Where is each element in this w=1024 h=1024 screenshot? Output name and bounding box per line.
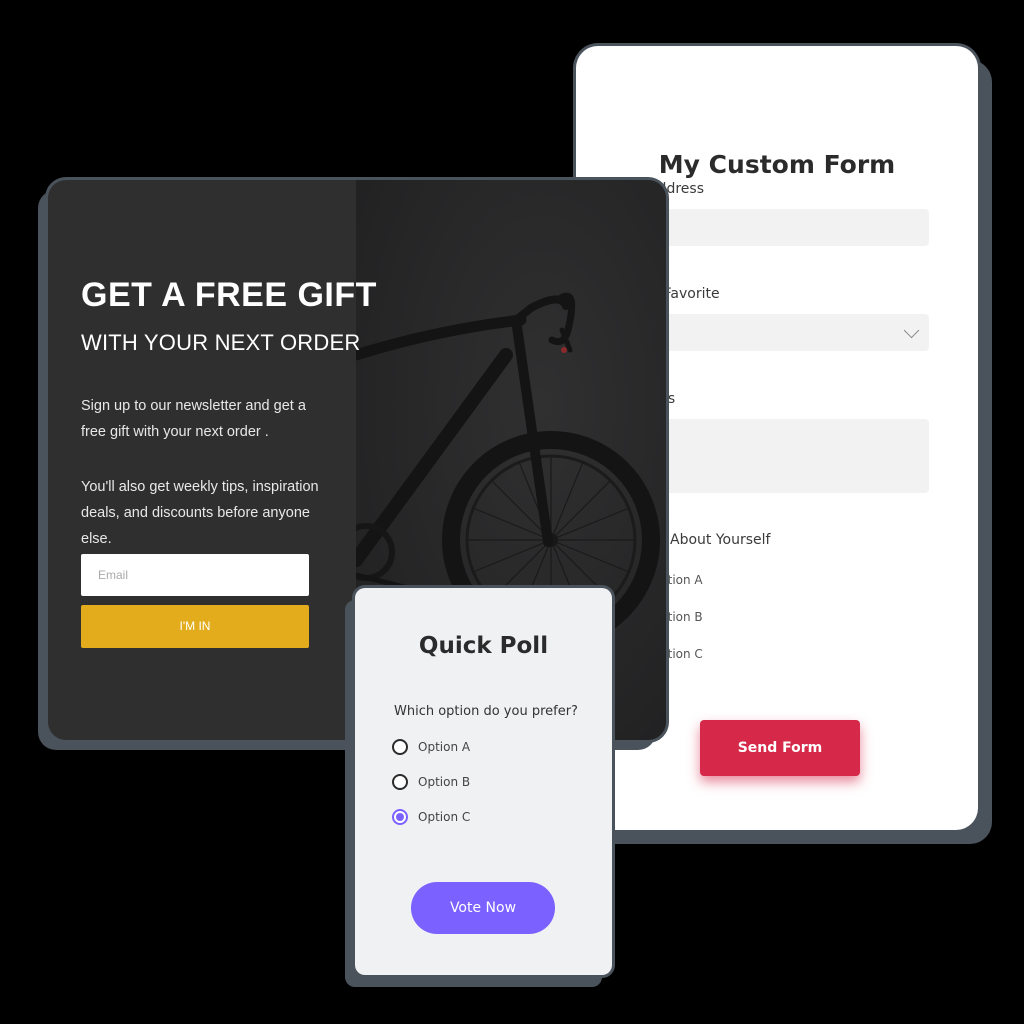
comments-textarea[interactable] (636, 419, 929, 493)
custom-form-title: My Custom Form (658, 150, 896, 179)
send-form-button[interactable]: Send Form (700, 720, 860, 776)
poll-option-label: Option B (418, 775, 471, 789)
form-option-c[interactable]: ption C (660, 647, 703, 661)
chevron-down-icon (903, 322, 920, 339)
form-option-b[interactable]: ption B (660, 610, 703, 624)
poll-option-c[interactable]: Option C (392, 809, 470, 825)
email-address-field[interactable] (636, 209, 929, 246)
vote-now-button[interactable]: Vote Now (411, 882, 555, 934)
radio-selected-icon[interactable] (392, 809, 408, 825)
radio-icon[interactable] (392, 739, 408, 755)
newsletter-paragraph-2: You'll also get weekly tips, inspiration… (81, 479, 319, 547)
quick-poll-card: Quick Poll Which option do you prefer? O… (355, 588, 612, 975)
email-input[interactable] (81, 554, 309, 596)
poll-option-label: Option A (418, 740, 471, 754)
im-in-button[interactable]: I'M IN (81, 605, 309, 648)
about-yourself-label: About Yourself (670, 532, 771, 548)
poll-question: Which option do you prefer? (394, 704, 578, 719)
form-option-a[interactable]: ption A (660, 573, 703, 587)
poll-option-label: Option C (418, 810, 471, 824)
newsletter-subtitle: WITH YOUR NEXT ORDER (81, 330, 361, 355)
favorite-select[interactable] (636, 314, 929, 351)
poll-option-b[interactable]: Option B (392, 774, 470, 790)
poll-option-a[interactable]: Option A (392, 739, 470, 755)
newsletter-paragraph-1: Sign up to our newsletter and get a free… (81, 398, 306, 440)
radio-icon[interactable] (392, 774, 408, 790)
poll-title: Quick Poll (418, 633, 549, 659)
newsletter-title: GET A FREE GIFT (81, 276, 377, 314)
